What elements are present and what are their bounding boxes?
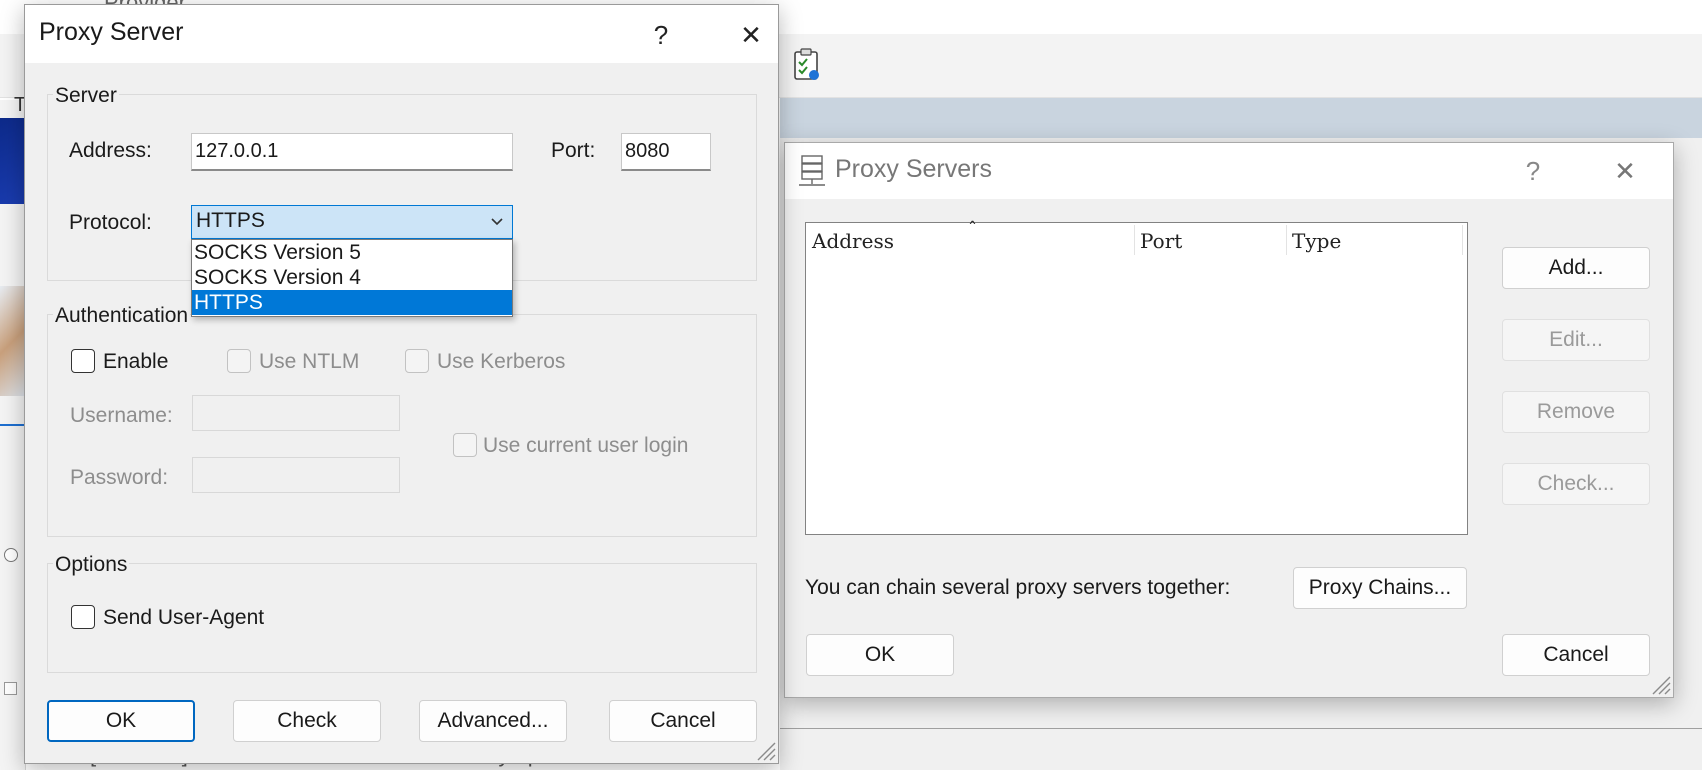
username-label: Username: [70,404,173,427]
proxy-servers-cancel-button[interactable]: Cancel [1502,634,1650,676]
use-kerberos-label[interactable]: Use Kerberos [437,350,565,374]
column-separator[interactable] [1286,225,1287,255]
password-input[interactable] [192,457,400,493]
background-checkbox[interactable] [4,682,17,695]
advanced-button[interactable]: Advanced... [419,700,567,742]
proxy-servers-titlebar: Proxy Servers ? ✕ [785,143,1673,199]
password-label: Password: [70,466,169,489]
background-divider [780,728,1702,729]
server-stack-icon [799,155,825,186]
ok-button[interactable]: OK [47,700,195,742]
background-accent-line [0,424,26,426]
column-header-address[interactable]: Address [812,229,894,253]
use-current-login-label[interactable]: Use current user login [483,434,688,458]
proxy-servers-list[interactable]: Address ˆ Port Type [805,219,1468,535]
proxy-servers-ok-button[interactable]: OK [806,634,954,676]
proxy-server-titlebar: Proxy Server ? ✕ [25,5,778,63]
enable-auth-label[interactable]: Enable [103,350,168,374]
proxy-servers-help-button[interactable]: ? [1513,151,1553,191]
background-radio[interactable] [4,548,18,562]
send-user-agent-label[interactable]: Send User-Agent [103,606,264,630]
proxy-server-title: Proxy Server [39,18,184,46]
protocol-selected-value: HTTPS [196,209,265,232]
authentication-group-label: Authentication [53,304,191,328]
protocol-option-socks5[interactable]: SOCKS Version 5 [192,240,512,265]
background-thumbnail [0,118,26,204]
edit-proxy-button[interactable]: Edit... [1502,319,1650,361]
server-group-label: Server [53,84,119,108]
use-ntlm-checkbox[interactable] [227,349,251,373]
check-proxy-button[interactable]: Check... [1502,463,1650,505]
address-input[interactable]: 127.0.0.1 [191,133,513,171]
protocol-dropdown-list: SOCKS Version 5 SOCKS Version 4 HTTPS [191,239,513,317]
username-input[interactable] [192,395,400,431]
resize-grip-icon[interactable] [1649,673,1671,695]
check-button[interactable]: Check [233,700,381,742]
cancel-button[interactable]: Cancel [609,700,757,742]
protocol-label: Protocol: [69,211,152,234]
clipboard-check-icon [794,48,819,80]
proxy-servers-title: Proxy Servers [835,155,992,183]
resize-grip-icon[interactable] [754,739,776,761]
use-current-login-checkbox[interactable] [453,433,477,457]
column-header-port[interactable]: Port [1140,229,1182,253]
protocol-select[interactable]: HTTPS [191,205,513,239]
send-user-agent-checkbox[interactable] [71,605,95,629]
proxy-server-dialog: Proxy Server ? ✕ Server Address: 127.0.0… [24,4,779,764]
sort-indicator: ˆ [968,219,977,240]
add-proxy-button[interactable]: Add... [1502,247,1650,289]
port-input[interactable]: 8080 [621,133,711,171]
remove-proxy-button[interactable]: Remove [1502,391,1650,433]
column-separator[interactable] [1134,225,1135,255]
background-photo [0,286,26,396]
column-header-type[interactable]: Type [1292,229,1341,253]
chain-hint-text: You can chain several proxy servers toge… [805,576,1231,599]
address-label: Address: [69,139,152,162]
chevron-down-icon [491,218,503,226]
use-kerberos-checkbox[interactable] [405,349,429,373]
proxy-chains-button[interactable]: Proxy Chains... [1293,567,1467,609]
proxy-server-help-button[interactable]: ? [641,15,681,55]
protocol-option-https[interactable]: HTTPS [192,290,512,315]
enable-auth-checkbox[interactable] [71,349,95,373]
protocol-option-socks4[interactable]: SOCKS Version 4 [192,265,512,290]
use-ntlm-label[interactable]: Use NTLM [259,350,359,374]
options-group-label: Options [53,553,130,577]
background-header-bar [780,98,1702,138]
column-separator[interactable] [1462,225,1463,255]
port-label: Port: [551,139,596,162]
proxy-server-close-button[interactable]: ✕ [731,15,771,55]
proxy-servers-dialog: Proxy Servers ? ✕ Address ˆ Port Type Ad… [784,142,1674,698]
proxy-servers-close-button[interactable]: ✕ [1605,151,1645,191]
